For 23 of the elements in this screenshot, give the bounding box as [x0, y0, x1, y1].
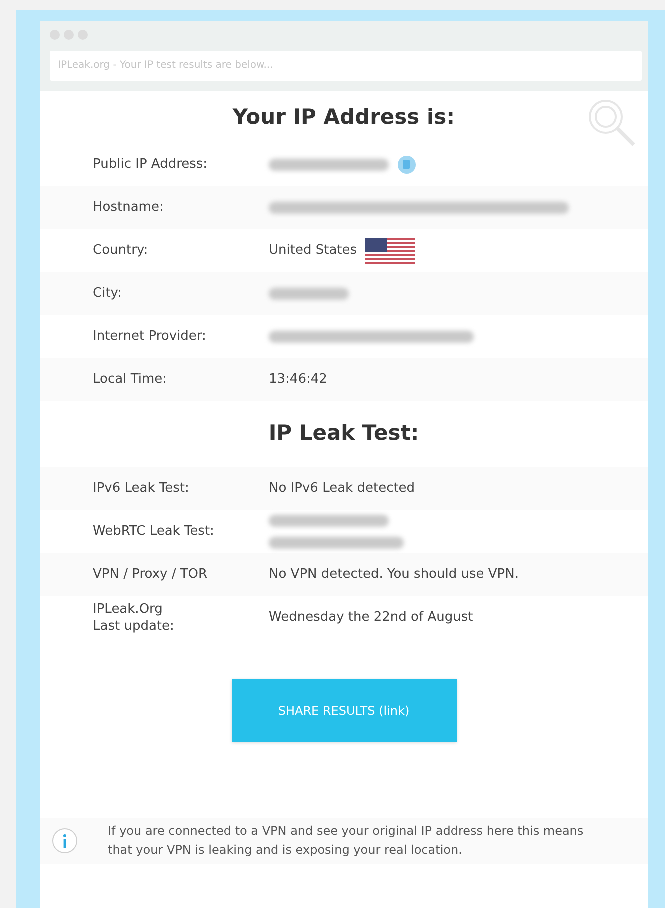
field-label: IPLeak.Org Last update:	[92, 600, 176, 634]
field-label: Public IP Address:	[92, 156, 209, 173]
field-label: Country:	[92, 242, 150, 259]
section-title: IP Leak Test:	[268, 421, 420, 445]
field-value: United States	[269, 243, 358, 258]
copy-icon[interactable]	[397, 154, 417, 174]
field-value: No IPv6 Leak detected	[269, 481, 416, 496]
section-title: Your IP Address is:	[232, 105, 456, 129]
field-value: Wednesday the 22nd of August	[269, 610, 474, 625]
field-label: VPN / Proxy / TOR	[92, 566, 209, 583]
magnifier-icon	[586, 97, 638, 149]
field-label: City:	[92, 285, 123, 302]
field-label: WebRTC Leak Test:	[92, 523, 216, 540]
share-results-button[interactable]: SHARE RESULTS (link)	[232, 679, 456, 742]
field-label: Internet Provider:	[92, 328, 208, 345]
field-label: Hostname:	[92, 199, 165, 216]
field-value: 13:46:42	[269, 372, 328, 387]
address-bar[interactable]: IPLeak.org - Your IP test results are below...	[50, 51, 642, 81]
field-value: No VPN detected. You should use VPN.	[269, 567, 519, 582]
info-icon	[52, 828, 78, 854]
field-label: IPv6 Leak Test:	[92, 480, 190, 497]
info-text: If you are connected to a VPN and see your original IP address here this means that your VPN is leaking and is exposing your real location.	[108, 823, 585, 859]
field-label: Local Time:	[92, 371, 168, 388]
